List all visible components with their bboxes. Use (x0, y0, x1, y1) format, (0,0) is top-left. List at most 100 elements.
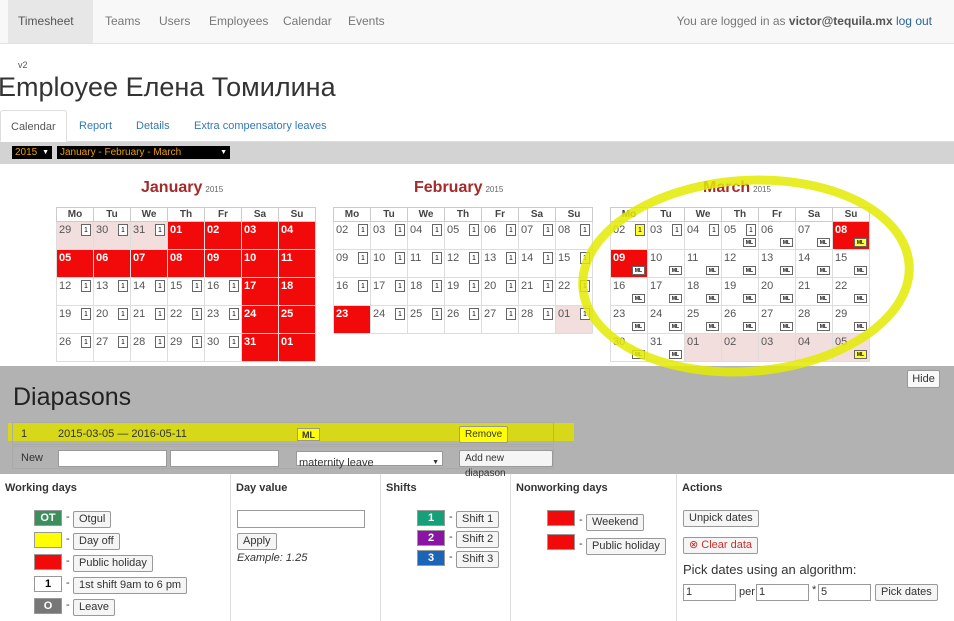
calendar-day[interactable]: 02 (204, 221, 242, 250)
calendar-day[interactable]: 29 1 (56, 221, 94, 250)
hide-button[interactable]: Hide (907, 370, 940, 388)
calendar-day[interactable]: 07 1 (518, 221, 556, 250)
calendar-day[interactable]: 30 1 (204, 333, 242, 362)
apply-button[interactable]: Apply (237, 533, 277, 550)
calendar-day[interactable]: 21 1 (130, 305, 168, 334)
calendar-day[interactable]: 14 1 (518, 249, 556, 278)
nav-calendar[interactable]: Calendar (273, 0, 342, 43)
working-day-button[interactable]: 1st shift 9am to 6 pm (73, 577, 188, 594)
calendar-day[interactable]: 27 1 (481, 305, 519, 334)
calendar-day[interactable]: 03 1 (370, 221, 408, 250)
calendar-day[interactable]: 05 (56, 249, 94, 278)
calendar-day[interactable]: 17 1 (370, 277, 408, 306)
calendar-day[interactable]: 02 1 (333, 221, 371, 250)
working-day-button[interactable]: Otgul (73, 511, 112, 528)
calendar-day[interactable]: 21 1 (518, 277, 556, 306)
shift-button[interactable]: Shift 1 (456, 511, 500, 528)
calendar-day[interactable]: 28 1 (518, 305, 556, 334)
calendar-day[interactable]: 15 1 (167, 277, 205, 306)
tab-details[interactable]: Details (126, 110, 180, 142)
calendar-day[interactable]: 10 1 (370, 249, 408, 278)
tab-report[interactable]: Report (69, 110, 122, 142)
calendar-day[interactable]: 11 (278, 249, 316, 278)
working-day-button[interactable]: Public holiday (73, 555, 153, 572)
nav-employees[interactable]: Employees (199, 0, 278, 43)
calendar-day[interactable]: 06 1 (481, 221, 519, 250)
calendar-day[interactable]: 27 1 (93, 333, 131, 362)
calendar-day[interactable]: 13 1 (93, 277, 131, 306)
calendar-day[interactable]: 31 1 (130, 221, 168, 250)
calendar-day[interactable]: 12 1 (444, 249, 482, 278)
calendar-day[interactable]: 16 1 (204, 277, 242, 306)
calendar-day[interactable]: 30 1 (93, 221, 131, 250)
calendar-day[interactable]: 25 (278, 305, 316, 334)
calendar-day[interactable]: 24 1 (370, 305, 408, 334)
algo-input-3[interactable]: 5 (818, 584, 871, 601)
calendar-day[interactable]: 19 1 (56, 305, 94, 334)
calendar-day[interactable]: 28 1 (130, 333, 168, 362)
calendar-day[interactable]: 16 1 (333, 277, 371, 306)
calendar-day[interactable]: 05 1 (444, 221, 482, 250)
calendar-day[interactable]: 29 1 (167, 333, 205, 362)
quarter-select[interactable]: January - February - March ▼ (57, 146, 230, 159)
nonworking-button[interactable]: Weekend (586, 514, 645, 531)
calendar-day[interactable]: 04 1 (407, 221, 445, 250)
day-number: 01 (558, 308, 571, 320)
calendar-day[interactable]: 20 1 (93, 305, 131, 334)
tab-extra-leaves[interactable]: Extra compensatory leaves (184, 110, 337, 142)
nav-users[interactable]: Users (149, 0, 200, 43)
calendar-day[interactable]: 18 (278, 277, 316, 306)
calendar-day[interactable]: 07 (130, 249, 168, 278)
legend-dash: - (449, 551, 453, 563)
tab-calendar[interactable]: Calendar (0, 110, 67, 142)
calendar-day[interactable]: 31 (241, 333, 279, 362)
unpick-dates-button[interactable]: Unpick dates (683, 510, 759, 527)
calendar-day[interactable]: 11 1 (407, 249, 445, 278)
calendar-day[interactable]: 03 (241, 221, 279, 250)
year-select[interactable]: 2015 ▼ (12, 146, 52, 159)
calendar-day[interactable]: 25 1 (407, 305, 445, 334)
calendar-day[interactable]: 23 (333, 305, 371, 334)
day-value-input[interactable] (237, 510, 365, 528)
calendar-day[interactable]: 26 1 (444, 305, 482, 334)
nav-events[interactable]: Events (338, 0, 395, 43)
remove-button[interactable]: Remove (459, 426, 509, 443)
brand-link[interactable]: Timesheet v2 (8, 0, 93, 70)
nav-teams[interactable]: Teams (95, 0, 150, 43)
algo-input-2[interactable]: 1 (756, 584, 809, 601)
working-day-button[interactable]: Day off (73, 533, 120, 550)
working-day-button[interactable]: Leave (73, 599, 115, 616)
calendar-day[interactable]: 22 1 (167, 305, 205, 334)
calendar-day[interactable]: 19 1 (444, 277, 482, 306)
calendar-day[interactable]: 26 1 (56, 333, 94, 362)
calendar-day[interactable]: 01 (278, 333, 316, 362)
calendar-day[interactable]: 06 (93, 249, 131, 278)
calendar-day[interactable]: 01 (167, 221, 205, 250)
calendar-day[interactable]: 20 1 (481, 277, 519, 306)
clear-data-button[interactable]: ⊗ Clear data (683, 537, 759, 554)
end-date-input[interactable] (170, 450, 279, 467)
calendar-day[interactable]: 18 1 (407, 277, 445, 306)
calendar-day[interactable]: 08 (167, 249, 205, 278)
nonworking-button[interactable]: Public holiday (586, 538, 666, 555)
algo-input-1[interactable]: 1 (683, 584, 736, 601)
calendar-day[interactable]: 09 1 (333, 249, 371, 278)
calendar-day[interactable]: 04 (278, 221, 316, 250)
calendar-day[interactable]: 08 1 (555, 221, 593, 250)
calendar-day[interactable]: 09 (204, 249, 242, 278)
calendar-day[interactable]: 23 1 (204, 305, 242, 334)
calendar-day[interactable]: 24 (241, 305, 279, 334)
add-diapason-button[interactable]: Add new diapason (459, 450, 553, 479)
calendar-day[interactable]: 17 (241, 277, 279, 306)
shift-button[interactable]: Shift 2 (456, 531, 500, 548)
day-number: 30 (207, 336, 220, 348)
logout-link[interactable]: log out (896, 14, 932, 28)
shift-button[interactable]: Shift 3 (456, 551, 500, 568)
start-date-input[interactable] (58, 450, 167, 467)
calendar-day[interactable]: 14 1 (130, 277, 168, 306)
pick-dates-button[interactable]: Pick dates (875, 584, 938, 601)
calendar-day[interactable]: 12 1 (56, 277, 94, 306)
calendar-day[interactable]: 13 1 (481, 249, 519, 278)
calendar-day[interactable]: 10 (241, 249, 279, 278)
leave-type-select[interactable]: maternity leave ▼ (296, 451, 443, 469)
